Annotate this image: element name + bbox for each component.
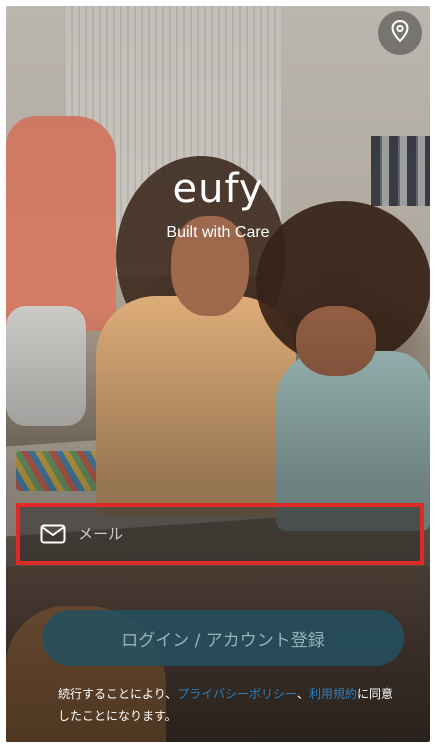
login-screen: eufy Built with Care ログイン / アカウント登録 続行する…: [6, 6, 430, 742]
brand-tagline: Built with Care: [166, 224, 270, 241]
email-field-highlight: [16, 503, 424, 565]
email-field[interactable]: [20, 507, 420, 561]
terms-of-use-link[interactable]: 利用規約: [309, 687, 357, 701]
map-pin-icon: [391, 19, 409, 46]
brand-logo: eufy: [172, 166, 264, 212]
email-input[interactable]: [78, 525, 378, 543]
terms-text: 続行することにより、プライバシーポリシー、利用規約に同意したことになります。: [58, 683, 398, 727]
privacy-policy-link[interactable]: プライバシーポリシー: [177, 687, 297, 701]
mail-icon: [40, 524, 66, 544]
terms-separator: 、: [296, 687, 309, 701]
login-register-button[interactable]: ログイン / アカウント登録: [42, 610, 404, 666]
terms-prefix: 続行することにより、: [58, 687, 178, 701]
location-button[interactable]: [378, 11, 422, 55]
